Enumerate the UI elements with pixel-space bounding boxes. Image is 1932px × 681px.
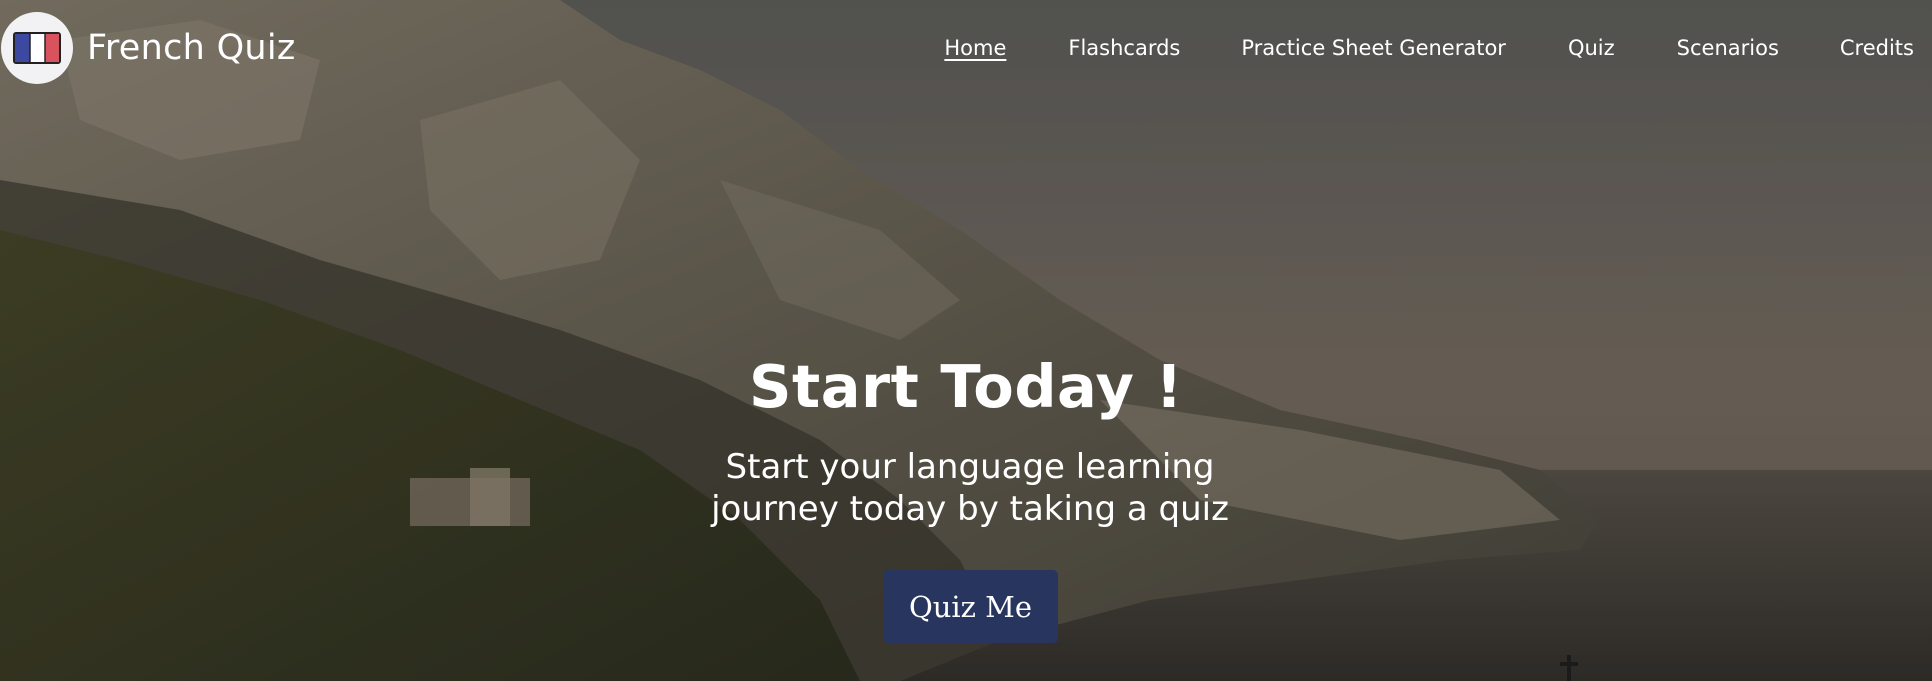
french-flag-icon — [13, 32, 61, 64]
nav-item-quiz[interactable]: Quiz — [1568, 36, 1615, 60]
nav-item-flashcards[interactable]: Flashcards — [1068, 36, 1180, 60]
brand[interactable]: French Quiz — [0, 0, 296, 96]
nav-item-home[interactable]: Home — [936, 36, 1012, 60]
hero-headline: Start Today ! — [749, 352, 1183, 421]
top-navbar: French Quiz Home Flashcards Practice She… — [0, 0, 1932, 96]
nav-links: Home Flashcards Practice Sheet Generator… — [936, 0, 1932, 96]
nav-item-practice-sheet-generator[interactable]: Practice Sheet Generator — [1241, 36, 1506, 60]
nav-item-credits[interactable]: Credits — [1840, 36, 1914, 60]
site-title[interactable]: French Quiz — [87, 28, 296, 68]
hero-subtext: Start your language learning journey tod… — [711, 447, 1229, 529]
logo[interactable] — [1, 12, 73, 84]
nav-item-scenarios[interactable]: Scenarios — [1677, 36, 1779, 60]
quiz-me-button[interactable]: Quiz Me — [883, 570, 1058, 643]
